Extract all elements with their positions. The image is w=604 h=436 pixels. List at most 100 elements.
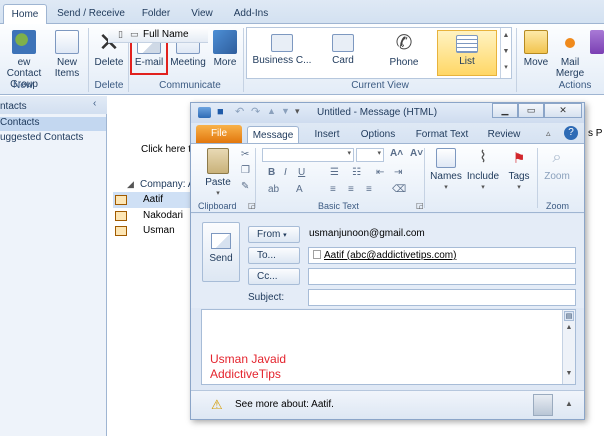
grow-font-icon[interactable]: A˄ — [390, 148, 403, 159]
group-expand-icon[interactable]: ◢ — [127, 179, 134, 190]
mail-merge-button[interactable]: Mail Merge — [553, 30, 587, 79]
to-recipient[interactable]: Aatif (abc@addictivetips.com) — [324, 250, 456, 261]
to-field[interactable]: Aatif (abc@addictivetips.com) — [308, 247, 576, 264]
from-button[interactable]: From ▾ — [248, 226, 300, 243]
font-size-dropdown[interactable]: ▾ — [356, 148, 384, 162]
outer-ribbon-tabbar: Home Send / Receive Folder View Add-Ins — [0, 0, 604, 24]
tab-format-text[interactable]: Format Text — [412, 126, 472, 143]
chevron-down-icon: ▾ — [481, 184, 485, 191]
more-label: More — [213, 57, 237, 68]
list-column-header[interactable]: ▯ ▭ Full Name — [108, 27, 208, 43]
align-left-icon[interactable]: ≡ — [330, 184, 336, 195]
attachment-col-icon: ▭ — [130, 29, 139, 39]
close-button[interactable]: ✕ — [544, 103, 582, 118]
current-view-gallery: Business C... Card ✆ Phone List ▲ ▼ ▾ — [246, 27, 512, 79]
minimize-ribbon-icon[interactable]: ▵ — [546, 128, 551, 139]
mail-merge-icon — [565, 38, 575, 48]
cc-button[interactable]: Cc... — [248, 268, 300, 285]
down-arrow-icon[interactable]: ▼ — [281, 106, 290, 116]
to-button[interactable]: To... — [248, 247, 300, 264]
redo-icon[interactable]: ↷ — [251, 105, 260, 118]
decrease-indent-icon[interactable]: ⇤ — [376, 167, 384, 178]
shrink-font-icon[interactable]: A˅ — [410, 148, 423, 159]
font-color-icon[interactable]: A — [296, 184, 303, 195]
cc-field[interactable] — [308, 268, 576, 285]
dialog-launcher-icon[interactable]: ◲ — [248, 201, 256, 210]
bold-icon[interactable]: B — [268, 167, 275, 178]
nav-contacts-header[interactable]: ntacts — [0, 101, 106, 115]
help-icon[interactable]: ? — [564, 126, 578, 140]
group-separator — [255, 148, 256, 208]
contact-card-icon — [115, 226, 127, 236]
include-button[interactable]: ⌇ Include ▾ — [464, 148, 502, 193]
bullets-icon[interactable]: ☰ — [330, 167, 339, 178]
group-separator — [88, 28, 89, 92]
align-center-icon[interactable]: ≡ — [348, 184, 354, 195]
warning-icon: ⚠ — [211, 397, 223, 412]
numbering-icon[interactable]: ☷ — [352, 167, 361, 178]
clear-formatting-icon[interactable]: ⌫ — [392, 184, 406, 195]
dialog-launcher-icon[interactable]: ◲ — [416, 201, 424, 210]
nav-item-contacts[interactable]: Contacts — [0, 117, 106, 131]
subject-field[interactable] — [308, 289, 576, 306]
tab-review[interactable]: Review — [482, 126, 526, 143]
view-phone-label: Phone — [389, 57, 419, 68]
increase-indent-icon[interactable]: ⇥ — [394, 167, 402, 178]
tab-folder[interactable]: Folder — [136, 4, 176, 24]
tab-file[interactable]: File — [196, 125, 242, 143]
font-family-dropdown[interactable]: ▾ — [262, 148, 354, 162]
tab-insert[interactable]: Insert — [307, 126, 347, 143]
move-button[interactable]: Move — [520, 30, 552, 68]
view-list[interactable]: List — [437, 30, 497, 76]
tab-send-receive[interactable]: Send / Receive — [54, 4, 128, 24]
paste-button[interactable]: Paste ▾ — [201, 148, 235, 199]
click-here-to-add[interactable]: Click here to — [141, 144, 197, 155]
tags-button[interactable]: ⚑ Tags ▾ — [504, 148, 534, 193]
highlight-icon[interactable]: ab — [268, 184, 279, 195]
zoom-button[interactable]: ⌕ Zoom — [540, 148, 574, 182]
onenote-button[interactable] — [590, 30, 604, 57]
view-business-card-label: Business C... — [252, 55, 312, 66]
expand-people-pane-icon[interactable]: ▲ — [565, 399, 573, 408]
tab-message[interactable]: Message — [247, 126, 299, 143]
copy-icon[interactable]: ❐ — [241, 165, 250, 176]
people-pane-text[interactable]: See more about: Aatif. — [235, 399, 334, 410]
italic-icon[interactable]: I — [284, 167, 287, 178]
right-column-partial: s P — [588, 128, 603, 139]
view-list-label: List — [459, 56, 475, 67]
save-icon[interactable]: ■ — [217, 106, 224, 118]
minimize-button[interactable]: ▁ — [492, 103, 518, 118]
ruler-toggle-icon[interactable]: ▤ — [564, 311, 574, 321]
chevron-down-icon: ▾ — [283, 232, 287, 239]
group-separator — [516, 28, 517, 92]
contact-name: Nakodari — [143, 210, 184, 221]
meeting-label: Meeting — [170, 57, 206, 68]
scroll-up-icon[interactable]: ▲ — [564, 324, 574, 334]
tab-view[interactable]: View — [184, 4, 220, 24]
send-button[interactable]: Send — [202, 222, 240, 282]
tab-home[interactable]: Home — [3, 4, 47, 24]
undo-icon[interactable]: ↶ — [235, 105, 244, 118]
names-button[interactable]: Names ▾ — [428, 148, 464, 193]
tab-options[interactable]: Options — [356, 126, 400, 143]
view-phone[interactable]: ✆ Phone — [379, 30, 429, 76]
tab-add-ins[interactable]: Add-Ins — [228, 4, 274, 24]
view-business-card[interactable]: Business C... — [251, 30, 313, 76]
maximize-button[interactable]: ▭ — [518, 103, 544, 118]
align-right-icon[interactable]: ≡ — [366, 184, 372, 195]
customize-qat-icon[interactable]: ▾ — [295, 106, 300, 117]
full-name-header[interactable]: Full Name — [143, 29, 189, 40]
paste-dropdown-icon: ▾ — [216, 190, 220, 197]
format-painter-icon[interactable]: ✎ — [241, 181, 249, 192]
view-card[interactable]: Card — [323, 30, 363, 76]
body-scrollbar[interactable]: ▤ ▲ ▼ — [562, 310, 575, 384]
more-button[interactable]: More — [210, 30, 240, 68]
underline-icon[interactable]: U — [298, 167, 305, 178]
cut-icon[interactable]: ✂ — [241, 149, 249, 160]
scroll-down-icon[interactable]: ▼ — [564, 370, 574, 380]
message-body[interactable]: Usman Javaid AddictiveTips — [201, 309, 576, 385]
gallery-scroll[interactable]: ▲ ▼ ▾ — [500, 28, 511, 78]
up-arrow-icon[interactable]: ▲ — [267, 106, 276, 116]
nav-item-suggested-contacts[interactable]: uggested Contacts — [0, 132, 106, 146]
new-items-button[interactable]: New Items — [50, 30, 84, 79]
